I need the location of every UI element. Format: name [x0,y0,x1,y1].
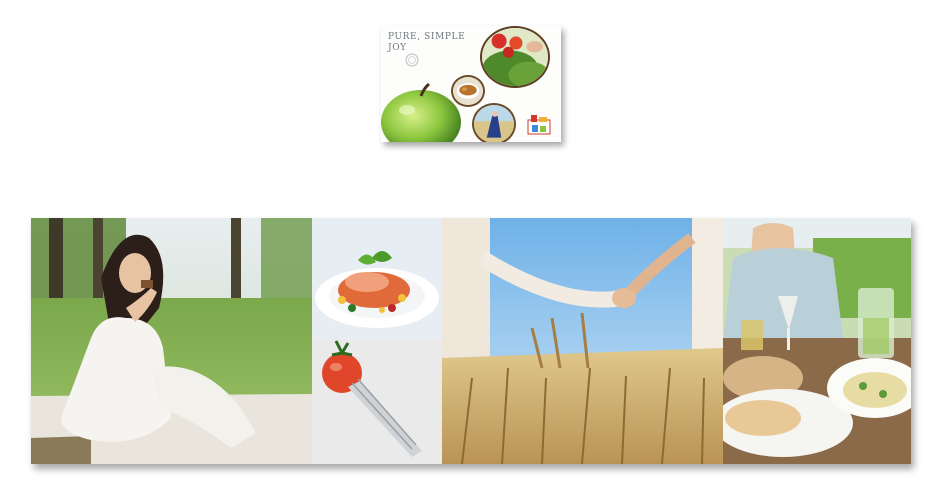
woman-picnic-photo [31,218,312,464]
soup-bowl-circle-image [451,75,485,107]
berries-circle-image [480,26,550,88]
salmon-salad-photo [312,218,442,339]
brochure-spread[interactable] [31,218,911,464]
green-apple-image [381,82,461,142]
tomato-fork-photo [312,339,442,464]
stamp-icon [405,53,419,67]
brand-logo-icon [527,115,551,135]
card-title: PURE, SIMPLE JOY [388,32,466,53]
outdoor-dinner-photo [723,218,911,464]
brochure-cover-card[interactable]: PURE, SIMPLE JOY [381,26,561,142]
woman-field-circle-image [472,103,516,142]
brochure-preview-stage: PURE, SIMPLE JOY [0,0,943,499]
holding-hands-wheat-photo [442,218,723,464]
